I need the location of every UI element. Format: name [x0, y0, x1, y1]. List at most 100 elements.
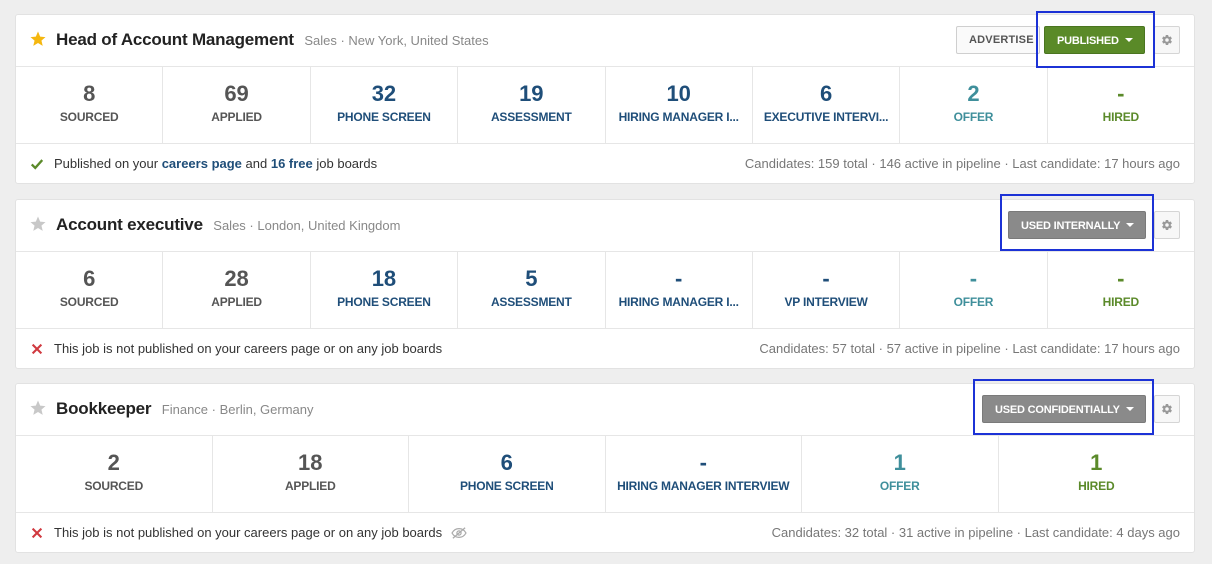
stat-label: SOURCED — [59, 295, 119, 309]
stat-hired[interactable]: - HIRED — [1048, 67, 1194, 143]
job-meta: Sales · New York, United States — [304, 33, 489, 48]
stat-value: 18 — [371, 266, 397, 291]
caret-down-icon — [1125, 407, 1134, 412]
stat-assessment[interactable]: 19 ASSESSMENT — [458, 67, 606, 143]
stat-value: 6 — [500, 450, 513, 475]
job-card: Head of Account Management Sales · New Y… — [15, 14, 1195, 184]
stat-phone-screen[interactable]: 32 PHONE SCREEN — [311, 67, 459, 143]
job-title[interactable]: Account executive — [56, 215, 203, 234]
stat-value: - — [1117, 81, 1125, 106]
stat-value: 69 — [224, 81, 249, 106]
eye-slash-icon[interactable] — [450, 526, 468, 540]
stat-label: VP INTERVIEW — [784, 295, 868, 309]
careers-page-link[interactable]: careers page — [162, 156, 242, 171]
stat-label: PHONE SCREEN — [337, 295, 431, 309]
stat-label: EXECUTIVE INTERVI... — [763, 110, 889, 124]
job-header: Account executive Sales · London, United… — [16, 200, 1194, 252]
stat-applied[interactable]: 18 APPLIED — [213, 436, 409, 512]
status-label: USED CONFIDENTIALLY — [995, 404, 1120, 416]
job-card: Account executive Sales · London, United… — [15, 199, 1195, 369]
stat-assessment[interactable]: 5 ASSESSMENT — [458, 252, 606, 328]
status-dropdown-button[interactable]: USED INTERNALLY — [1008, 211, 1146, 239]
stat-label: OFFER — [953, 110, 994, 124]
stat-phone-screen[interactable]: 6 PHONE SCREEN — [409, 436, 606, 512]
job-footer: Published on your careers page and 16 fr… — [16, 144, 1194, 184]
publish-status-text: Published on your — [54, 156, 162, 171]
stat-label: PHONE SCREEN — [337, 110, 431, 124]
publish-status-text: job boards — [312, 156, 378, 171]
stat-label: HIRED — [1078, 479, 1115, 493]
advertise-button[interactable]: ADVERTISE — [956, 26, 1040, 54]
stat-value: - — [1117, 266, 1125, 291]
job-header: Head of Account Management Sales · New Y… — [16, 15, 1194, 67]
star-icon[interactable] — [29, 215, 47, 233]
star-icon[interactable] — [29, 30, 47, 48]
stat-phone-screen[interactable]: 18 PHONE SCREEN — [311, 252, 459, 328]
stat-value: - — [969, 266, 978, 291]
stat-value: 18 — [298, 450, 323, 475]
stat-hired[interactable]: - HIRED — [1048, 252, 1194, 328]
stat-applied[interactable]: 28 APPLIED — [163, 252, 311, 328]
publish-status-text: This job is not published on your career… — [54, 341, 443, 356]
job-card: Bookkeeper Finance · Berlin, Germany USE… — [15, 383, 1195, 553]
job-header: Bookkeeper Finance · Berlin, Germany USE… — [16, 384, 1194, 436]
stat-sourced[interactable]: 6 SOURCED — [16, 252, 164, 328]
stat-label: APPLIED — [211, 110, 262, 124]
publish-status-text: This job is not published on your career… — [54, 525, 443, 540]
stat-value: 19 — [519, 81, 544, 106]
stat-sourced[interactable]: 8 SOURCED — [16, 67, 164, 143]
stat-vp-interview[interactable]: - VP INTERVIEW — [753, 252, 901, 328]
job-meta: Sales · London, United Kingdom — [213, 218, 401, 233]
stat-label: SOURCED — [59, 110, 119, 124]
stat-offer[interactable]: 1 OFFER — [802, 436, 999, 512]
stat-label: HIRED — [1102, 295, 1140, 309]
stat-sourced[interactable]: 2 SOURCED — [16, 436, 213, 512]
pipeline-stats: 8 SOURCED 69 APPLIED 32 PHONE SCREEN 19 ASSE… — [16, 67, 1194, 144]
job-title[interactable]: Bookkeeper — [56, 399, 152, 418]
stat-value: - — [699, 450, 707, 475]
status-label: USED INTERNALLY — [1021, 220, 1121, 232]
job-footer: This job is not published on your career… — [16, 329, 1194, 369]
stat-executive-interview[interactable]: 6 EXECUTIVE INTERVI... — [753, 67, 901, 143]
settings-button[interactable] — [1154, 211, 1180, 239]
stat-hired[interactable]: 1 HIRED — [999, 436, 1195, 512]
stat-label: ASSESSMENT — [490, 295, 572, 309]
stat-label: HIRING MANAGER INTERVIEW — [617, 479, 790, 493]
stat-value: 5 — [525, 266, 538, 291]
stat-label: HIRING MANAGER I... — [618, 110, 739, 124]
status-dropdown-button[interactable]: USED CONFIDENTIALLY — [982, 395, 1146, 423]
gear-icon — [1162, 220, 1172, 231]
stat-value: - — [675, 266, 683, 291]
status-label: PUBLISHED — [1057, 35, 1119, 47]
status-dropdown-button[interactable]: PUBLISHED — [1044, 26, 1145, 54]
job-title[interactable]: Head of Account Management — [56, 30, 294, 49]
settings-button[interactable] — [1154, 26, 1180, 54]
job-boards-link[interactable]: 16 free — [271, 156, 313, 171]
stat-label: OFFER — [953, 295, 994, 309]
stat-value: 32 — [371, 81, 397, 106]
stat-label: SOURCED — [84, 479, 144, 493]
stat-applied[interactable]: 69 APPLIED — [163, 67, 311, 143]
stat-offer[interactable]: - OFFER — [900, 252, 1048, 328]
stat-value: - — [822, 266, 830, 291]
checkmark-icon — [30, 158, 44, 170]
job-footer: This job is not published on your career… — [16, 513, 1194, 553]
stat-value: 10 — [666, 81, 691, 106]
stat-offer[interactable]: 2 OFFER — [900, 67, 1048, 143]
settings-button[interactable] — [1154, 395, 1180, 423]
stat-value: 1 — [893, 450, 906, 475]
stat-hiring-manager-interview[interactable]: - HIRING MANAGER INTERVIEW — [606, 436, 802, 512]
stat-label: OFFER — [879, 479, 920, 493]
candidate-summary: Candidates: 32 total · 31 active in pipe… — [771, 525, 1180, 540]
stat-value: 8 — [83, 81, 96, 106]
stat-hiring-manager-interview[interactable]: 10 HIRING MANAGER I... — [606, 67, 753, 143]
stat-label: HIRING MANAGER I... — [618, 295, 739, 309]
stat-value: 6 — [819, 81, 833, 106]
gear-icon — [1162, 35, 1172, 46]
star-icon[interactable] — [29, 399, 47, 417]
caret-down-icon — [1124, 38, 1133, 43]
stat-value: 28 — [224, 266, 249, 291]
stat-value: 6 — [83, 266, 96, 291]
stat-label: APPLIED — [284, 479, 336, 493]
stat-hiring-manager-interview[interactable]: - HIRING MANAGER I... — [606, 252, 753, 328]
